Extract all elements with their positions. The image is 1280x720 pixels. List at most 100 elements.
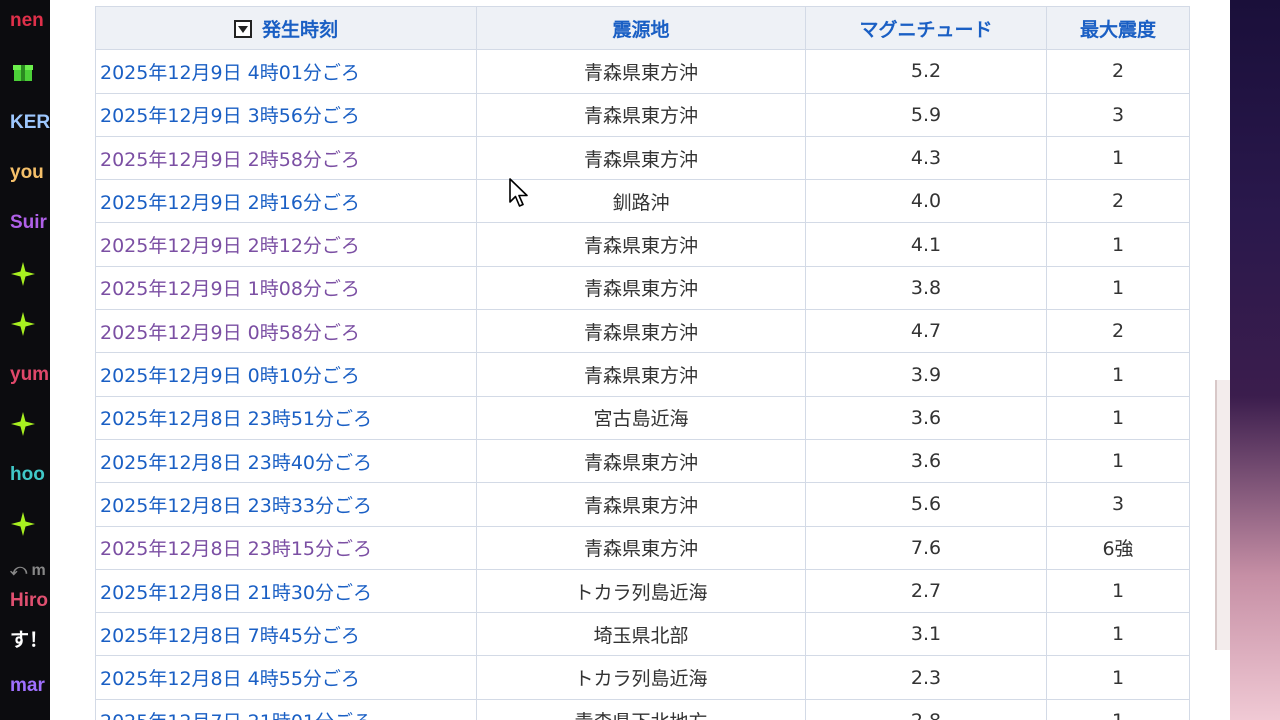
cell-intensity: 1 <box>1046 222 1190 267</box>
cell-magnitude: 3.1 <box>805 612 1047 657</box>
time-link[interactable]: 2025年12月9日 2時12分ごろ <box>100 235 360 257</box>
gift-icon <box>13 65 33 81</box>
time-link[interactable]: 2025年12月9日 2時58分ごろ <box>100 149 360 171</box>
cell-epicenter: 青森県東方沖 <box>476 438 806 484</box>
cell-epicenter: トカラ列島近海 <box>476 568 806 614</box>
table-row[interactable]: 2025年12月8日 23時33分ごろ 青森県東方沖 5.6 3 <box>95 482 1190 527</box>
cell-epicenter: 青森県東方沖 <box>476 92 806 137</box>
table-row[interactable]: 2025年12月8日 7時45分ごろ 埼玉県北部 3.1 1 <box>95 612 1190 657</box>
table-row[interactable]: 2025年12月8日 21時30分ごろ トカラ列島近海 2.7 1 <box>95 568 1190 614</box>
header-time-label[interactable]: 発生時刻 <box>262 19 338 41</box>
time-link[interactable]: 2025年12月9日 0時58分ごろ <box>100 322 360 344</box>
cell-intensity: 3 <box>1046 92 1190 137</box>
header-epicenter[interactable]: 震源地 <box>476 5 806 51</box>
chat-username[interactable]: KER <box>10 112 50 134</box>
time-link[interactable]: 2025年12月8日 4時55分ごろ <box>100 668 360 690</box>
cell-time: 2025年12月8日 23時15分ごろ <box>95 525 477 570</box>
time-link[interactable]: 2025年12月9日 2時16分ごろ <box>100 192 360 214</box>
table-row[interactable]: 2025年12月8日 23時51分ごろ 宮古島近海 3.6 1 <box>95 395 1190 440</box>
cell-intensity: 1 <box>1046 395 1190 440</box>
cell-magnitude: 2.7 <box>805 568 1047 614</box>
table-row[interactable]: 2025年12月9日 0時58分ごろ 青森県東方沖 4.7 2 <box>95 309 1190 354</box>
cell-magnitude: 5.2 <box>805 49 1047 94</box>
cell-intensity: 6強 <box>1046 525 1190 570</box>
cell-time: 2025年12月8日 23時51分ごろ <box>95 395 477 440</box>
time-link[interactable]: 2025年12月8日 23時51分ごろ <box>100 408 372 430</box>
cell-magnitude: 2.3 <box>805 655 1047 700</box>
header-time[interactable]: 発生時刻 <box>95 5 477 51</box>
cell-intensity: 2 <box>1046 49 1190 94</box>
table-row[interactable]: 2025年12月8日 23時40分ごろ 青森県東方沖 3.6 1 <box>95 438 1190 484</box>
cell-magnitude: 4.3 <box>805 135 1047 181</box>
time-link[interactable]: 2025年12月9日 1時08分ごろ <box>100 278 360 300</box>
cell-intensity: 1 <box>1046 438 1190 484</box>
time-link[interactable]: 2025年12月9日 4時01分ごろ <box>100 62 360 84</box>
cell-time: 2025年12月9日 3時56分ごろ <box>95 92 477 137</box>
time-link[interactable]: 2025年12月8日 23時33分ごろ <box>100 495 372 517</box>
table-row[interactable]: 2025年12月9日 2時12分ごろ 青森県東方沖 4.1 1 <box>95 222 1190 267</box>
cell-epicenter: 宮古島近海 <box>476 395 806 440</box>
cell-epicenter: 青森県東方沖 <box>476 309 806 354</box>
cell-magnitude: 3.9 <box>805 352 1047 397</box>
cell-intensity: 1 <box>1046 265 1190 311</box>
chat-username[interactable]: Hiro <box>10 590 48 612</box>
table-row[interactable]: 2025年12月9日 0時10分ごろ 青森県東方沖 3.9 1 <box>95 352 1190 397</box>
cell-time: 2025年12月9日 1時08分ごろ <box>95 265 477 311</box>
chat-username[interactable]: hoo <box>10 464 45 486</box>
cell-magnitude: 4.1 <box>805 222 1047 267</box>
table-row[interactable]: 2025年12月8日 4時55分ごろ トカラ列島近海 2.3 1 <box>95 655 1190 700</box>
sort-desc-icon[interactable] <box>233 19 252 38</box>
chat-username[interactable]: yum <box>10 364 49 386</box>
cell-magnitude: 5.9 <box>805 92 1047 137</box>
sparkle-icon <box>11 262 35 286</box>
time-link[interactable]: 2025年12月8日 21時30分ごろ <box>100 582 372 604</box>
cell-epicenter: 青森県東方沖 <box>476 352 806 397</box>
chat-username[interactable]: you <box>10 162 44 184</box>
cell-epicenter: 青森県東方沖 <box>476 525 806 570</box>
table-row[interactable]: 2025年12月9日 4時01分ごろ 青森県東方沖 5.2 2 <box>95 49 1190 94</box>
chat-username[interactable]: nen <box>10 10 44 32</box>
browser-page[interactable]: 発生時刻 震源地 マグニチュード 最大震度 2025年12月9日 4時01分ごろ… <box>50 0 1230 720</box>
header-intensity-label[interactable]: 最大震度 <box>1080 19 1156 41</box>
cell-magnitude: 4.7 <box>805 309 1047 354</box>
cell-intensity: 1 <box>1046 352 1190 397</box>
cell-time: 2025年12月9日 2時12分ごろ <box>95 222 477 267</box>
cell-intensity: 1 <box>1046 655 1190 700</box>
cell-epicenter: 青森県東方沖 <box>476 135 806 181</box>
sparkle-icon <box>11 512 35 536</box>
cell-time: 2025年12月8日 7時45分ごろ <box>95 612 477 657</box>
time-link[interactable]: 2025年12月8日 23時15分ごろ <box>100 538 372 560</box>
cell-epicenter: 青森県東方沖 <box>476 49 806 94</box>
time-link[interactable]: 2025年12月9日 0時10分ごろ <box>100 365 360 387</box>
table-row[interactable]: 2025年12月7日 21時01分ごろ 青森県下北地方2.81 <box>95 698 1190 720</box>
cell-intensity: 2 <box>1046 179 1190 224</box>
time-link[interactable]: 2025年12月8日 23時40分ごろ <box>100 452 372 474</box>
header-magnitude[interactable]: マグニチュード <box>805 5 1047 51</box>
table-row[interactable]: 2025年12月9日 2時58分ごろ 青森県東方沖 4.3 1 <box>95 135 1190 181</box>
chat-username[interactable]: す！ <box>10 625 48 652</box>
table-row[interactable]: 2025年12月8日 23時15分ごろ 青森県東方沖 7.6 6強 <box>95 525 1190 570</box>
cell-epicenter: 青森県東方沖 <box>476 482 806 527</box>
time-link[interactable]: 2025年12月7日 21時01分ごろ <box>100 711 372 720</box>
earthquake-table: 発生時刻 震源地 マグニチュード 最大震度 2025年12月9日 4時01分ごろ… <box>95 5 1190 720</box>
cell-epicenter: 青森県東方沖 <box>476 222 806 267</box>
cell-magnitude: 3.6 <box>805 438 1047 484</box>
cell-time: 2025年12月9日 0時58分ごろ <box>95 309 477 354</box>
cell-time: 2025年12月9日 0時10分ごろ <box>95 352 477 397</box>
header-epicenter-label[interactable]: 震源地 <box>612 19 669 41</box>
table-header-row: 発生時刻 震源地 マグニチュード 最大震度 <box>95 5 1190 51</box>
header-intensity[interactable]: 最大震度 <box>1046 5 1190 51</box>
cell-time: 2025年12月8日 21時30分ごろ <box>95 568 477 614</box>
chat-username[interactable]: Suir <box>10 212 47 234</box>
cell-magnitude: 4.0 <box>805 179 1047 224</box>
mouse-pointer-icon <box>509 178 528 207</box>
time-link[interactable]: 2025年12月8日 7時45分ごろ <box>100 625 360 647</box>
header-magnitude-label[interactable]: マグニチュード <box>859 19 992 41</box>
table-row[interactable]: 2025年12月9日 2時16分ごろ 釧路沖 4.0 2 <box>95 179 1190 224</box>
cell-intensity: 3 <box>1046 482 1190 527</box>
time-link[interactable]: 2025年12月9日 3時56分ごろ <box>100 105 360 127</box>
table-row[interactable]: 2025年12月9日 1時08分ごろ 青森県東方沖 3.8 1 <box>95 265 1190 311</box>
chat-username[interactable]: mar <box>10 675 45 697</box>
table-row[interactable]: 2025年12月9日 3時56分ごろ 青森県東方沖 5.9 3 <box>95 92 1190 137</box>
screen: nen KER you Suir yum hoo Hiro す！ mar ⤺ m 発生時刻 <box>0 0 1280 720</box>
